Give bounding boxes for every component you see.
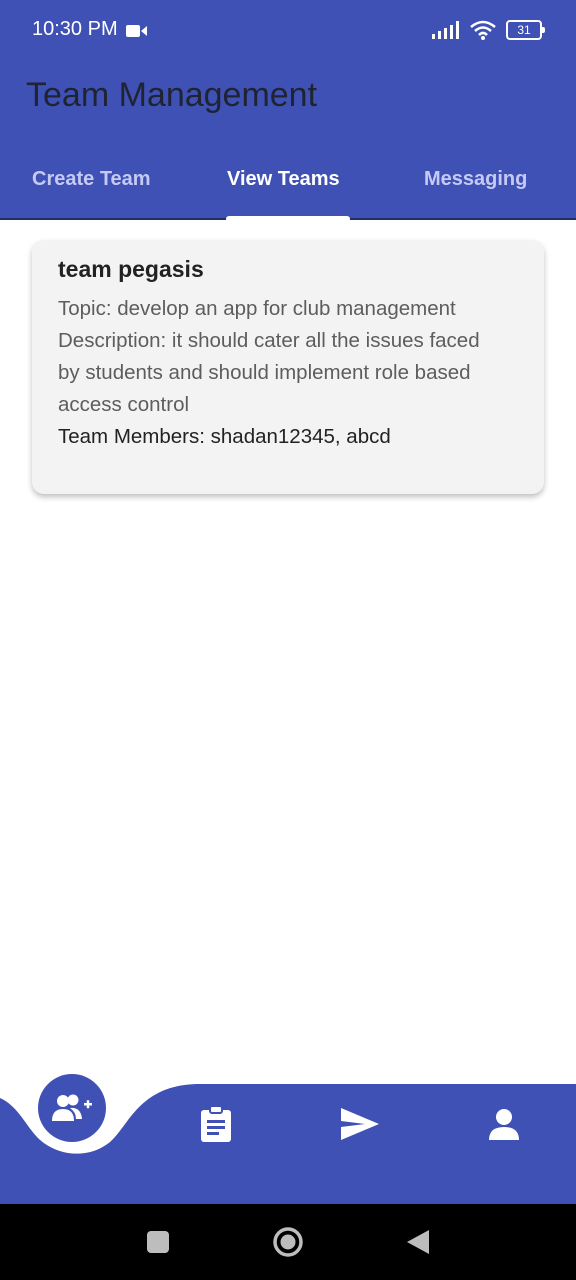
signal-icon	[432, 21, 459, 39]
tab-create-team[interactable]: Create Team	[32, 168, 151, 191]
active-tab-indicator	[226, 216, 350, 222]
team-topic: Topic: develop an app for club managemen…	[58, 297, 456, 320]
tab-bar: Create Team View Teams Messaging	[0, 152, 576, 218]
team-card[interactable]: team pegasis Topic: develop an app for c…	[32, 240, 544, 494]
video-camera-icon	[126, 25, 147, 37]
team-description: Description: it should cater all the iss…	[58, 329, 480, 416]
app-header: 10:30 PM 31 Team Management Create Team …	[0, 0, 576, 219]
home-circle-icon[interactable]	[272, 1226, 304, 1258]
team-details: Topic: develop an app for club managemen…	[58, 293, 498, 453]
battery-indicator: 31	[506, 20, 545, 40]
tab-messaging[interactable]: Messaging	[424, 168, 527, 191]
clipboard-icon[interactable]	[199, 1106, 233, 1142]
status-icons: 31	[432, 20, 545, 40]
add-group-icon	[52, 1094, 92, 1121]
recents-square-icon[interactable]	[147, 1231, 169, 1253]
back-triangle-icon[interactable]	[406, 1229, 430, 1255]
team-name: team pegasis	[58, 256, 204, 282]
team-members: Team Members: shadan12345, abcd	[58, 425, 391, 448]
wifi-icon	[470, 20, 496, 40]
status-bar: 10:30 PM 31	[0, 0, 576, 62]
tab-view-teams[interactable]: View Teams	[227, 168, 340, 191]
person-icon[interactable]	[488, 1108, 520, 1140]
status-time: 10:30 PM	[32, 18, 118, 40]
nav-add-team-button[interactable]	[38, 1074, 106, 1142]
send-icon[interactable]	[341, 1108, 379, 1140]
system-navigation-bar	[0, 1204, 576, 1280]
page-title: Team Management	[26, 76, 318, 114]
